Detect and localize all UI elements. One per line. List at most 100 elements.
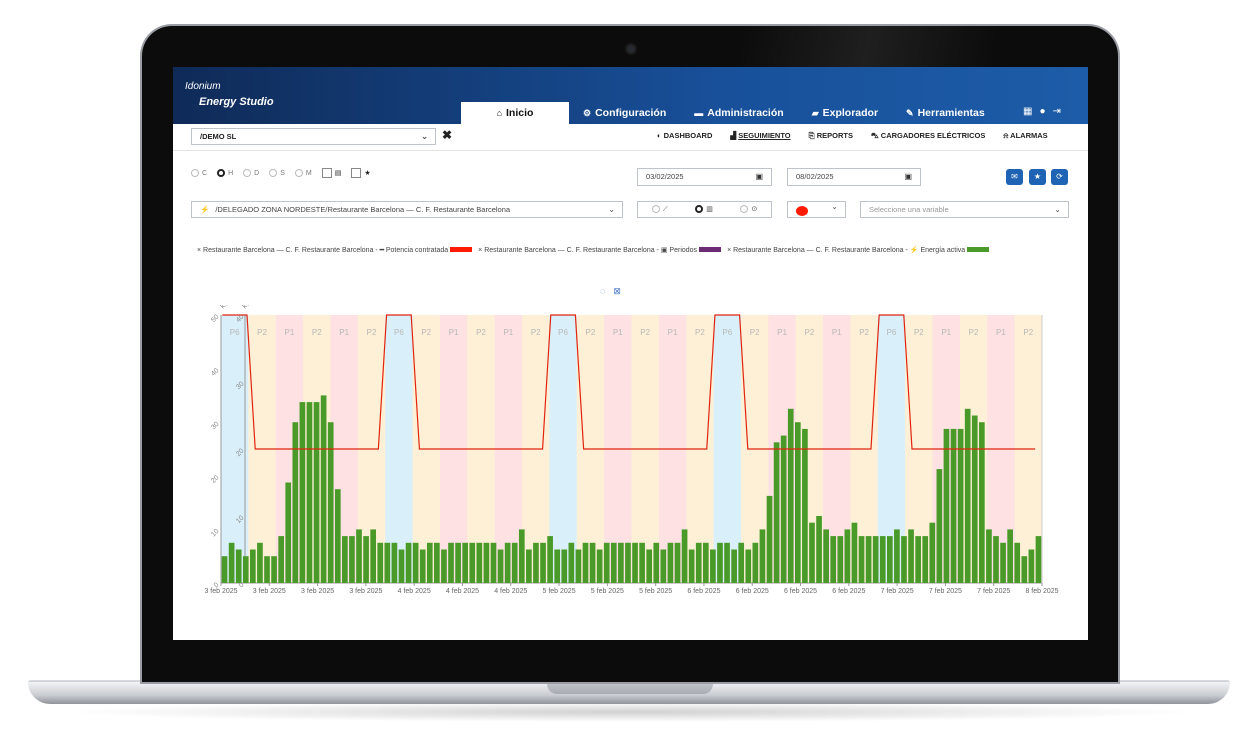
favorite-button[interactable]: ★ bbox=[1029, 169, 1046, 185]
energy-bar bbox=[752, 542, 759, 583]
nav-label: ALARMAS bbox=[1010, 131, 1048, 140]
x-tick-label: 5 feb 2025 bbox=[639, 588, 672, 595]
energy-bar bbox=[398, 549, 405, 583]
refresh-button[interactable]: ⟳ bbox=[1051, 169, 1068, 185]
company-select[interactable]: /DEMO SL ⌄ bbox=[191, 128, 436, 145]
energy-bar bbox=[787, 408, 794, 583]
energy-bar bbox=[837, 536, 844, 583]
date-to-input[interactable]: 08/02/2025 ▣ bbox=[787, 168, 921, 186]
zoom-reset-icon[interactable]: ⊠ bbox=[613, 286, 629, 296]
energy-bar bbox=[476, 542, 483, 583]
tab-inicio[interactable]: ⌂ Inicio bbox=[461, 102, 569, 124]
nav-dashboard[interactable]: ◐ DASHBOARD bbox=[657, 131, 712, 141]
tab-configuracion[interactable]: ⚙ Configuración bbox=[569, 102, 680, 124]
nav-label: DASHBOARD bbox=[663, 131, 713, 140]
legend-series: Potencia contratada bbox=[385, 247, 449, 254]
energy-bar bbox=[320, 395, 327, 583]
energy-bar bbox=[596, 549, 603, 583]
main-tabs: ⌂ Inicio ⚙ Configuración ▬ Administración ▰… bbox=[461, 102, 999, 124]
energy-bar bbox=[504, 542, 511, 583]
energy-bar bbox=[950, 428, 957, 583]
laptop-shadow bbox=[60, 702, 1200, 722]
color-select[interactable]: ⌄ bbox=[787, 201, 846, 218]
radio-c[interactable]: C bbox=[191, 169, 207, 177]
top-navbar: Idonium Energy Studio ⌂ Inicio ⚙ Configura… bbox=[173, 67, 1088, 124]
bolt-icon: ⚡ bbox=[200, 205, 210, 214]
tab-label: Herramientas bbox=[917, 107, 985, 119]
energy-bar bbox=[419, 549, 426, 583]
email-button[interactable]: ✉ bbox=[1006, 169, 1023, 185]
bar-mode-radio[interactable]: ▥ bbox=[695, 202, 713, 217]
calendar-icon: ▣ bbox=[904, 172, 912, 181]
legend-item-energia[interactable]: × Restaurante Barcelona — C. F. Restaura… bbox=[727, 246, 991, 254]
energy-bar bbox=[561, 549, 568, 583]
line-mode-radio[interactable]: ⟋ bbox=[651, 202, 668, 217]
energy-bar bbox=[908, 529, 914, 583]
nav-seguimiento[interactable]: ▟ SEGUIMIENTO bbox=[730, 131, 790, 141]
pie-chart-icon: ⊙ bbox=[751, 206, 758, 213]
x-tick-label: 3 feb 2025 bbox=[301, 588, 334, 595]
table-icon: ▤ bbox=[334, 169, 342, 177]
energy-chart: P6 P2 P1 P2 P1 P2 P6 P2 P1 P2 P1 P2 P6 P2 P1 P2 P1 P2 P6 P2… bbox=[204, 305, 1058, 595]
radio-circle bbox=[191, 169, 199, 177]
zoom-select-icon[interactable]: ◌ bbox=[600, 286, 613, 296]
pie-mode-radio[interactable]: ⊙ bbox=[740, 202, 757, 217]
checkbox bbox=[351, 168, 362, 178]
nav-cargadores[interactable]: ⛍ CARGADORES ELÉCTRICOS bbox=[871, 131, 985, 141]
period-label: P2 bbox=[914, 328, 924, 337]
energy-bar bbox=[228, 542, 235, 583]
energy-bar bbox=[518, 529, 525, 583]
radio-h[interactable]: H bbox=[217, 169, 233, 177]
legend-item-periodos[interactable]: × Restaurante Barcelona — C. F. Restaura… bbox=[478, 246, 723, 254]
energy-bar bbox=[490, 542, 497, 583]
report-icon: ⎘ bbox=[808, 131, 817, 140]
energy-bar bbox=[342, 536, 348, 583]
location-path-select[interactable]: ⚡ /DELEGADO ZONA NORDESTE/Restaurante Bar… bbox=[191, 201, 623, 218]
energy-bar bbox=[625, 542, 631, 583]
radio-circle bbox=[217, 169, 226, 177]
period-label: P2 bbox=[640, 328, 650, 337]
radio-d[interactable]: D bbox=[243, 169, 259, 177]
radio-s[interactable]: S bbox=[269, 169, 285, 177]
energy-bar bbox=[1021, 556, 1028, 583]
legend-swatch bbox=[450, 247, 473, 252]
energy-bar bbox=[993, 536, 999, 583]
energy-bar bbox=[278, 536, 284, 583]
energy-bar bbox=[483, 542, 490, 583]
energy-bar bbox=[448, 542, 454, 583]
tab-explorador[interactable]: ▰ Explorador bbox=[798, 102, 892, 124]
logout-icon[interactable]: ⇥ bbox=[1053, 106, 1061, 117]
energy-bar bbox=[964, 408, 971, 583]
energy-bar bbox=[618, 542, 624, 583]
grid-icon[interactable]: ▦ bbox=[1023, 106, 1032, 117]
legend-item-potencia[interactable]: × Restaurante Barcelona — C. F. Restaura… bbox=[197, 246, 474, 254]
nav-reports[interactable]: ⎘ REPORTS bbox=[809, 131, 853, 141]
energy-bar bbox=[780, 435, 787, 583]
energy-bar bbox=[971, 415, 978, 583]
energy-bar bbox=[646, 549, 653, 583]
tab-administracion[interactable]: ▬ Administración bbox=[680, 102, 797, 124]
energy-bar bbox=[879, 536, 886, 583]
tab-label: Inicio bbox=[506, 107, 534, 119]
energy-bar bbox=[441, 549, 447, 583]
date-from-input[interactable]: 03/02/2025 ▣ bbox=[637, 168, 772, 186]
legend-text: Restaurante Barcelona — C. F. Restaurant… bbox=[733, 247, 908, 254]
energy-bar bbox=[540, 542, 546, 583]
favorite-checkbox[interactable]: ★ bbox=[351, 168, 371, 178]
clear-company-button[interactable]: ✖ bbox=[442, 128, 452, 142]
x-tick-label: 5 feb 2025 bbox=[591, 588, 624, 595]
energy-bar bbox=[695, 542, 702, 583]
table-checkbox[interactable]: ▤ bbox=[321, 168, 342, 178]
variable-select[interactable]: Seleccione una variable ⌄ bbox=[860, 201, 1069, 218]
user-icon[interactable]: ● bbox=[1039, 106, 1045, 117]
tab-label: Administración bbox=[707, 107, 784, 119]
energy-bar bbox=[533, 542, 539, 583]
radio-m[interactable]: M bbox=[294, 169, 312, 177]
energy-bar bbox=[349, 536, 355, 583]
energy-bar bbox=[886, 536, 893, 583]
tab-herramientas[interactable]: ✎ Herramientas bbox=[892, 102, 999, 124]
period-label: P1 bbox=[285, 328, 295, 337]
nav-alarmas[interactable]: ⍾ ALARMAS bbox=[1003, 131, 1047, 141]
radio-circle bbox=[740, 205, 749, 214]
energy-bar bbox=[526, 549, 532, 583]
